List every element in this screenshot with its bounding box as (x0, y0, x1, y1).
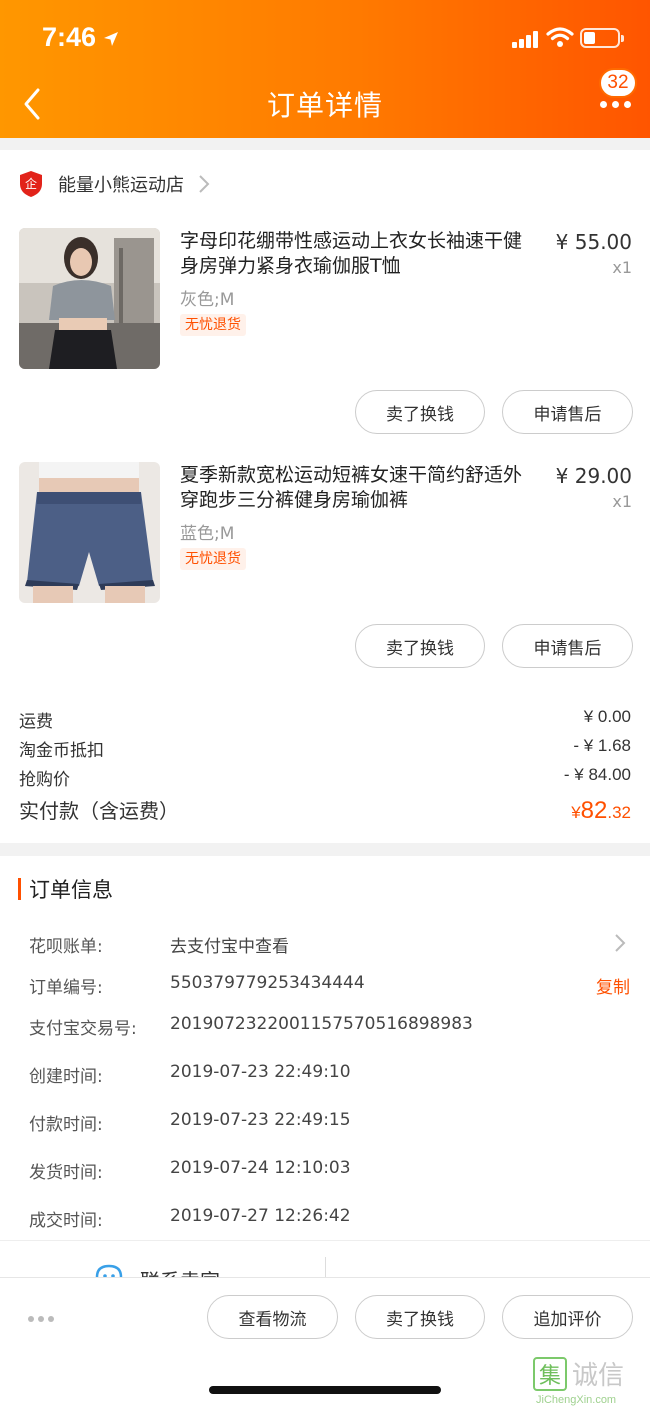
page-title: 订单详情 (266, 89, 383, 122)
info-value: 2019-07-24 12:10:03 (170, 1158, 351, 1178)
message-badge[interactable]: 32 (599, 68, 637, 98)
info-label: 付款时间: (29, 1115, 103, 1135)
product-sku: 蓝色;M (180, 524, 235, 544)
svg-text:企: 企 (25, 176, 37, 191)
flash-price-value: - ¥ 84.00 (563, 765, 631, 784)
total-currency: ¥ (571, 803, 581, 822)
flash-price-label: 抢购价 (19, 770, 70, 790)
product-sku: 灰色;M (180, 290, 235, 310)
section-title: 订单信息 (29, 878, 113, 902)
store-row[interactable]: 企 能量小熊运动店 (18, 170, 210, 198)
product-image[interactable] (19, 228, 160, 369)
info-value[interactable]: 去支付宝中查看 (170, 932, 289, 957)
info-label: 成交时间: (29, 1211, 103, 1231)
info-value: 2019-07-27 12:26:42 (170, 1206, 351, 1226)
total-row: 实付款（含运费） ¥82.32 (19, 795, 631, 825)
chevron-right-icon[interactable] (614, 933, 626, 953)
product-title[interactable]: 字母印花绷带性感运动上衣女长袖速干健身房弹力紧身衣瑜伽服T恤 (180, 229, 540, 279)
status-time: 7:46 (42, 22, 97, 52)
copy-button[interactable]: 复制 (596, 973, 630, 998)
total-value: ¥82.32 (571, 797, 631, 825)
add-review-button[interactable]: 追加评价 (502, 1295, 633, 1339)
shipping-row: 运费 ¥ 0.00 (19, 707, 631, 732)
watermark-logo: 集 诚信 JiChengXin.com (532, 1355, 650, 1406)
info-value: 2019-07-23 22:49:10 (170, 1062, 351, 1082)
signal-icon (512, 30, 540, 48)
coin-value: - ¥ 1.68 (573, 736, 631, 755)
product-title[interactable]: 夏季新款宽松运动短裤女速干简约舒适外穿跑步三分裤健身房瑜伽裤 (180, 463, 540, 513)
bottom-action-bar: 查看物流 卖了换钱 追加评价 集 诚信 JiChengXin.com (0, 1277, 650, 1406)
return-tag: 无忧退货 (180, 314, 246, 336)
svg-text:JiChengXin.com: JiChengXin.com (536, 1394, 616, 1406)
location-arrow-icon (104, 32, 118, 46)
header: 7:46 订单详情 32 (0, 0, 650, 138)
aftersale-button[interactable]: 申请售后 (502, 624, 633, 668)
home-indicator[interactable] (209, 1386, 441, 1394)
section-accent-bar (18, 878, 21, 900)
return-tag: 无忧退货 (180, 548, 246, 570)
more-actions-icon[interactable] (28, 1314, 58, 1324)
info-value: 2019-07-23 22:49:15 (170, 1110, 351, 1130)
product-qty: x1 (612, 492, 632, 511)
info-label: 创建时间: (29, 1067, 103, 1087)
info-label: 支付宝交易号: (29, 1019, 137, 1039)
view-logistics-button[interactable]: 查看物流 (207, 1295, 338, 1339)
more-icon[interactable] (596, 96, 636, 116)
aftersale-button[interactable]: 申请售后 (502, 390, 633, 434)
sell-button[interactable]: 卖了换钱 (355, 390, 485, 434)
flash-price-row: 抢购价 - ¥ 84.00 (19, 765, 631, 790)
info-label: 订单编号: (29, 978, 103, 998)
product-image[interactable] (19, 462, 160, 603)
info-label: 发货时间: (29, 1163, 103, 1183)
sell-button[interactable]: 卖了换钱 (355, 624, 485, 668)
total-decimal: .32 (607, 803, 631, 822)
info-value: 2019072322001157570516898983 (170, 1014, 473, 1034)
total-integer: 82 (580, 797, 608, 824)
coin-row: 淘金币抵扣 - ¥ 1.68 (19, 736, 631, 761)
battery-icon (580, 28, 624, 48)
product-qty: x1 (612, 258, 632, 277)
info-value: 550379779253434444 (170, 973, 365, 993)
contact-row: 联系卖家 (0, 1240, 650, 1280)
svg-text:诚信: 诚信 (572, 1361, 624, 1391)
sell-button[interactable]: 卖了换钱 (355, 1295, 485, 1339)
svg-text:集: 集 (539, 1364, 561, 1389)
shipping-value: ¥ 0.00 (583, 707, 631, 726)
coin-label: 淘金币抵扣 (19, 741, 104, 761)
shipping-label: 运费 (19, 712, 53, 732)
chevron-right-icon (199, 175, 210, 193)
info-label: 花呗账单: (29, 937, 103, 957)
store-name[interactable]: 能量小熊运动店 (58, 171, 184, 197)
product-price: ¥ 29.00 (555, 464, 632, 488)
total-label: 实付款（含运费） (19, 799, 179, 823)
product-price: ¥ 55.00 (555, 230, 632, 254)
store-shield-icon: 企 (20, 171, 42, 197)
wifi-icon (546, 27, 574, 47)
